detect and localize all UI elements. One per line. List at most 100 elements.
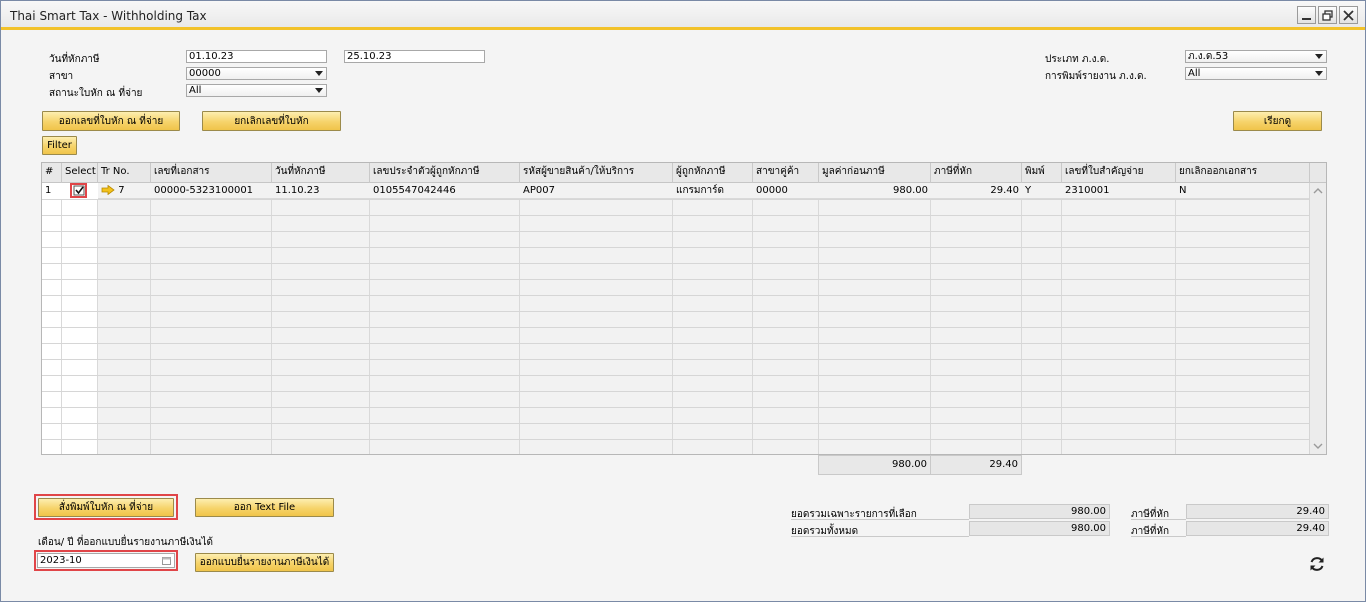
row-cancel: N [1179, 185, 1187, 196]
date-to-field[interactable]: 25.10.23 [344, 50, 485, 63]
print-status-select-value: All [1188, 68, 1201, 79]
grid-vertical-scrollbar[interactable] [1309, 183, 1326, 454]
withholding-grid: # Select Tr No. เลขที่เอกสาร วันที่หักภา… [41, 162, 1327, 455]
row-amount: 980.00 [893, 185, 928, 196]
branch-select-value: 00000 [189, 68, 221, 79]
print-status-select[interactable]: All [1185, 67, 1327, 80]
col-header-printed[interactable]: พิมพ์ [1022, 163, 1062, 183]
grid-row-line [42, 327, 1310, 328]
type-select[interactable]: ภ.ง.ด.53 [1185, 50, 1327, 63]
minimize-icon [1302, 17, 1311, 20]
grid-col-cancel [1176, 183, 1310, 454]
col-header-select[interactable]: Select [62, 163, 98, 183]
grid-col-doc [151, 183, 272, 454]
print-certificate-button[interactable]: สั่งพิมพ์ใบหัก ณ ที่จ่าย [38, 498, 174, 517]
close-button[interactable] [1339, 6, 1358, 24]
chevron-down-icon [1315, 71, 1323, 76]
row-branch: 00000 [756, 185, 788, 196]
row-taxid: 0105547042446 [373, 185, 456, 196]
arrow-right-icon[interactable] [101, 184, 115, 196]
grid-col-select [62, 183, 98, 454]
date-from-field[interactable]: 01.10.23 [186, 50, 327, 63]
tax-all-value: 29.40 [1186, 521, 1329, 536]
grid-row-line [42, 231, 1310, 232]
restore-button[interactable] [1318, 6, 1337, 24]
row-select-checkbox[interactable] [70, 183, 87, 198]
col-header-trno[interactable]: Tr No. [98, 163, 151, 183]
grid-total-amount: 980.00 [818, 455, 931, 475]
report-button[interactable]: ออกแบบยื่นรายงานภาษีเงินได้ [195, 553, 334, 572]
col-header-tax[interactable]: ภาษีที่หัก [931, 163, 1022, 183]
month-field-value: 2023-10 [40, 555, 82, 566]
row-date: 11.10.23 [275, 185, 320, 196]
grid-col-name [673, 183, 753, 454]
month-field[interactable]: 2023-10 [37, 553, 175, 568]
grid-col-amount [819, 183, 931, 454]
sum-all-underline [791, 536, 969, 537]
grid-col-taxid [370, 183, 520, 454]
row-name: แกรมการ์ด [676, 185, 724, 196]
refresh-icon[interactable] [1308, 555, 1326, 573]
grid-row-line [42, 247, 1310, 248]
col-header-cancel[interactable]: ยกเลิกออกเอกสาร [1176, 163, 1310, 183]
grid-row-line [42, 215, 1310, 216]
print-status-label: การพิมพ์รายงาน ภ.ง.ด. [1045, 71, 1147, 82]
col-header-vendor[interactable]: รหัสผู้ขายสินค้า/ให้บริการ [520, 163, 673, 183]
text-file-button[interactable]: ออก Text File [195, 498, 334, 517]
cancel-certificate-button[interactable]: ยกเลิกเลขที่ใบหัก [202, 111, 341, 131]
row-voucher: 2310001 [1065, 185, 1110, 196]
grid-row-line [42, 311, 1310, 312]
title-bar: Thai Smart Tax - Withholding Tax [1, 1, 1365, 30]
status-select-value: All [189, 85, 202, 96]
tax-all-underline [1131, 536, 1186, 537]
window-title: Thai Smart Tax - Withholding Tax [10, 9, 207, 23]
grid-header: # Select Tr No. เลขที่เอกสาร วันที่หักภา… [42, 163, 1326, 183]
branch-select[interactable]: 00000 [186, 67, 327, 80]
col-header-name[interactable]: ผู้ถูกหักภาษี [673, 163, 753, 183]
col-header-taxid[interactable]: เลขประจำตัวผู้ถูกหักภาษี [370, 163, 520, 183]
tax-selected-underline [1131, 519, 1186, 520]
col-header-amount[interactable]: มูลค่าก่อนภาษี [819, 163, 931, 183]
grid-row-line [42, 375, 1310, 376]
row-tax: 29.40 [990, 185, 1019, 196]
issue-certificate-button[interactable]: ออกเลขที่ใบหัก ณ ที่จ่าย [42, 111, 180, 131]
col-header-doc[interactable]: เลขที่เอกสาร [151, 163, 272, 183]
status-label: สถานะใบหัก ณ ที่จ่าย [49, 88, 143, 99]
month-label: เดือน/ ปี ที่ออกแบบยื่นรายงานภาษีเงินได้ [38, 537, 213, 548]
sum-selected-underline [791, 519, 969, 520]
grid-row-line [42, 423, 1310, 424]
type-label: ประเภท ภ.ง.ด. [1045, 54, 1110, 65]
grid-row-line [42, 439, 1310, 440]
grid-row-line [42, 295, 1310, 296]
sum-all-value: 980.00 [969, 521, 1110, 536]
checkmark-icon [73, 185, 85, 196]
filter-button[interactable]: Filter [42, 136, 77, 155]
row-select-cell [62, 183, 98, 199]
grid-col-tax [931, 183, 1022, 454]
row-trno: 7 [118, 185, 125, 196]
scroll-up-icon[interactable] [1310, 185, 1326, 197]
grid-total-tax: 29.40 [930, 455, 1022, 475]
col-header-branch[interactable]: สาขาคู่ค้า [753, 163, 819, 183]
close-icon [1343, 9, 1354, 21]
grid-row-line [42, 343, 1310, 344]
table-row[interactable]: 1 7 00000-5323100001 11.10.23 0105547042… [42, 183, 1310, 199]
col-header-num[interactable]: # [42, 163, 62, 183]
calendar-icon[interactable] [162, 556, 171, 565]
grid-col-trno [98, 183, 151, 454]
tax-selected-value: 29.40 [1186, 504, 1329, 519]
grid-row-line [42, 279, 1310, 280]
status-select[interactable]: All [186, 84, 327, 97]
col-header-date[interactable]: วันที่หักภาษี [272, 163, 370, 183]
row-printed: Y [1025, 185, 1032, 196]
scroll-down-icon[interactable] [1310, 440, 1326, 452]
grid-row-line [42, 407, 1310, 408]
fetch-button[interactable]: เรียกดู [1233, 111, 1322, 131]
minimize-button[interactable] [1297, 6, 1316, 24]
grid-col-date [272, 183, 370, 454]
chevron-down-icon [1315, 54, 1323, 59]
date-label: วันที่หักภาษี [49, 54, 100, 65]
col-header-voucher[interactable]: เลขที่ใบสำคัญจ่าย [1062, 163, 1176, 183]
grid-col-voucher [1062, 183, 1176, 454]
branch-label: สาขา [49, 71, 74, 82]
